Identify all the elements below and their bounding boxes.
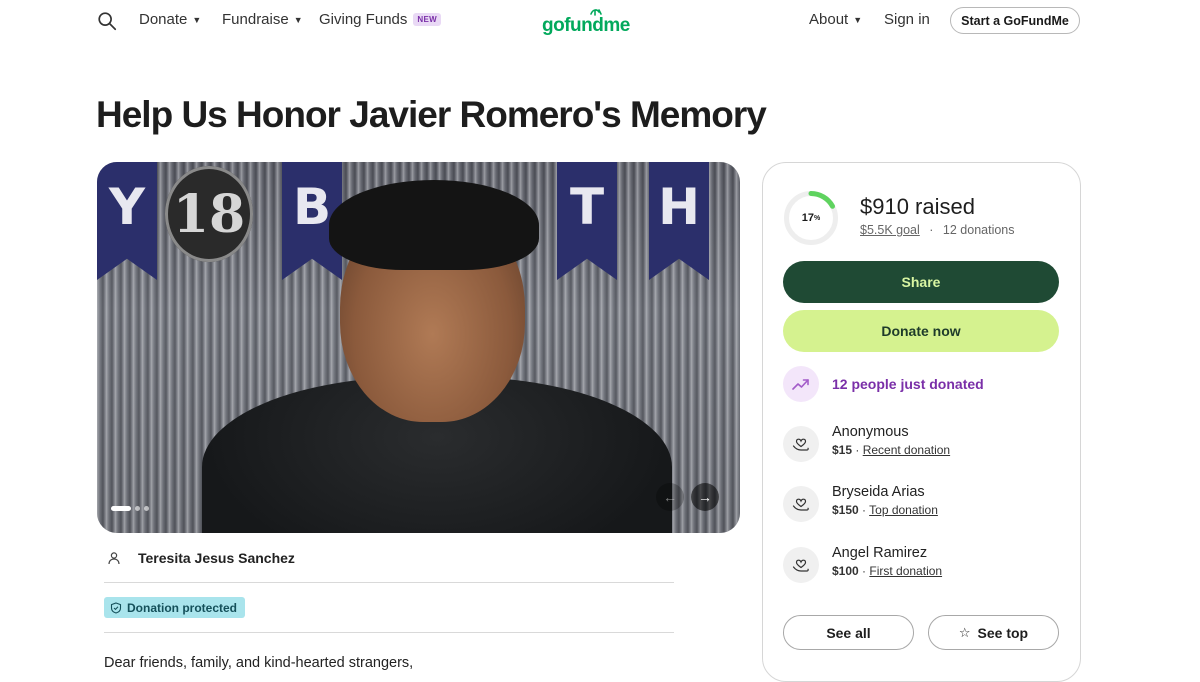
donor-detail: $100 · First donation [832,564,942,578]
progress-percent-symbol: % [814,214,821,222]
see-top-label: See top [977,624,1029,641]
start-gofundme-button[interactable]: Start a GoFundMe [950,7,1080,34]
story-intro: Dear friends, family, and kind-hearted s… [104,655,414,671]
nav-about[interactable]: About ▼ [809,11,862,28]
organizer-name[interactable]: Teresita Jesus Sanchez [138,550,295,566]
donor-amount: $100 [832,564,859,578]
search-icon[interactable] [96,10,118,32]
donor-tag-link[interactable]: Recent donation [863,443,950,457]
carousel-dot[interactable] [144,506,149,511]
top-nav: Donate ▼ Fundraise ▼ Giving Funds NEW go… [0,0,1200,44]
donor-item: Anonymous $15 · Recent donation [783,424,950,462]
user-icon [104,548,124,568]
donor-name: Bryseida Arias [832,484,925,500]
goal-link[interactable]: $5.5K goal [860,223,920,237]
nav-about-label: About [809,11,849,28]
new-badge: NEW [413,13,441,26]
arrow-left-icon[interactable]: ← [656,483,684,511]
donor-name: Angel Ramirez [832,545,928,561]
recent-activity-label: 12 people just donated [832,376,984,392]
nav-giving-funds-label: Giving Funds [319,11,408,28]
organizer-row: Teresita Jesus Sanchez [104,548,295,568]
chevron-down-icon: ▼ [192,14,202,25]
separator-dot: · [852,443,863,457]
nav-donate-label: Donate [139,11,188,28]
separator-dot: · [929,223,934,237]
star-icon: ☆ [958,624,971,640]
shield-icon [110,601,122,614]
donor-item: Bryseida Arias $150 · Top donation [783,484,938,522]
birthday-balloon: 18 [165,166,253,262]
donor-tag-link[interactable]: First donation [869,564,942,578]
chevron-down-icon: ▼ [293,14,303,25]
donor-amount: $15 [832,443,853,457]
donor-name: Anonymous [832,424,909,440]
person-hair [329,180,539,270]
carousel-dots [111,506,149,511]
nav-giving-funds[interactable]: Giving Funds NEW [319,11,441,28]
donor-detail: $15 · Recent donation [832,443,950,457]
donation-protected-label: Donation protected [127,600,237,615]
gofundme-logo[interactable]: gofundme [541,6,637,38]
see-all-button[interactable]: See all [783,615,914,650]
trending-up-icon [783,366,819,402]
progress-percent: 17% [783,190,839,246]
carousel-dot-active[interactable] [111,506,131,511]
nav-sign-in[interactable]: Sign in [884,11,930,28]
donate-now-button[interactable]: Donate now [783,310,1059,352]
see-top-button[interactable]: ☆ See top [928,615,1059,650]
goal-line: $5.5K goal · 12 donations [860,223,1015,237]
logo-wordmark: gofundme [542,15,630,36]
divider [104,582,674,583]
nav-sign-in-label: Sign in [884,11,930,28]
heart-hand-icon [783,426,819,462]
nav-fundraise-label: Fundraise [222,11,289,28]
divider [104,632,674,633]
progress-percent-value: 17 [801,212,814,224]
chevron-down-icon: ▼ [853,14,863,25]
donor-item: Angel Ramirez $100 · First donation [783,545,942,583]
donor-amount: $150 [832,503,859,517]
donor-tag-link[interactable]: Top donation [869,503,938,517]
donation-count: 12 donations [942,223,1015,237]
nav-donate[interactable]: Donate ▼ [139,11,201,28]
arrow-right-icon[interactable]: → [691,483,719,511]
campaign-photo[interactable]: Y 18 B T H ← → [97,162,740,533]
donation-protected-badge[interactable]: Donation protected [104,597,245,618]
separator-dot: · [858,503,870,517]
separator-dot: · [858,564,870,578]
carousel-dot[interactable] [135,506,140,511]
donor-detail: $150 · Top donation [832,503,938,517]
nav-fundraise[interactable]: Fundraise ▼ [222,11,303,28]
heart-hand-icon [783,547,819,583]
heart-hand-icon [783,486,819,522]
page-title: Help Us Honor Javier Romero's Memory [96,94,767,135]
share-button[interactable]: Share [783,261,1059,303]
amount-raised: $910 raised [860,194,975,219]
recent-activity: 12 people just donated [783,366,984,402]
